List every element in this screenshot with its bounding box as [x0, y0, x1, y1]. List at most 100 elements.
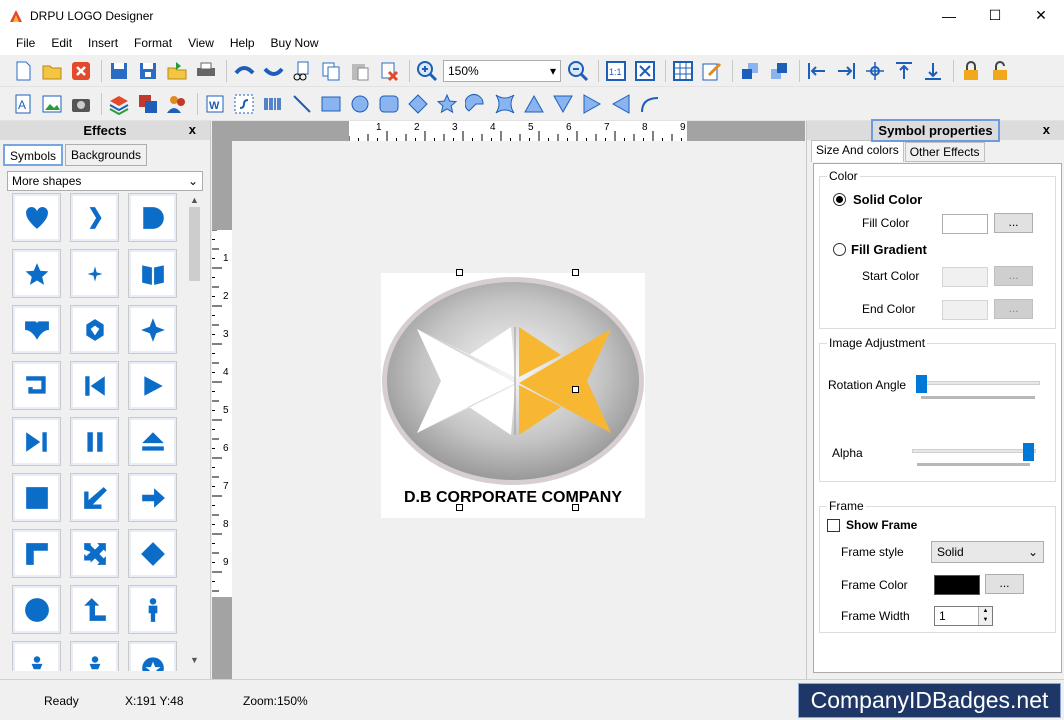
- fill-gradient-radio[interactable]: [833, 243, 846, 256]
- star-icon[interactable]: [434, 91, 460, 117]
- rotation-slider-track[interactable]: [920, 381, 1040, 385]
- symbol-skip-back[interactable]: [70, 361, 119, 410]
- print-icon[interactable]: [193, 58, 219, 84]
- symbol-eject[interactable]: [128, 417, 177, 466]
- symbol-person-small-2[interactable]: [70, 641, 119, 671]
- close-window-button[interactable]: ✕: [1018, 0, 1064, 31]
- triangle-down-icon[interactable]: [550, 91, 576, 117]
- menu-format[interactable]: Format: [126, 31, 180, 55]
- users-icon[interactable]: [164, 91, 190, 117]
- fill-color-button[interactable]: ...: [994, 213, 1033, 233]
- minimize-button[interactable]: —: [926, 0, 972, 31]
- redo-icon[interactable]: [260, 58, 286, 84]
- menu-view[interactable]: View: [180, 31, 222, 55]
- arc-icon[interactable]: [463, 91, 489, 117]
- scroll-up-icon[interactable]: ▲: [186, 195, 203, 205]
- start-color-swatch[interactable]: [942, 267, 988, 287]
- delete-icon[interactable]: [376, 58, 402, 84]
- menu-edit[interactable]: Edit: [43, 31, 80, 55]
- end-color-button[interactable]: ...: [994, 299, 1033, 319]
- menu-file[interactable]: File: [8, 31, 43, 55]
- fit-icon[interactable]: [632, 58, 658, 84]
- lock-icon[interactable]: [958, 58, 984, 84]
- tab-backgrounds[interactable]: Backgrounds: [65, 144, 148, 166]
- save-icon[interactable]: [106, 58, 132, 84]
- cut-icon[interactable]: [289, 58, 315, 84]
- logo-canvas[interactable]: D.B CORPORATE COMPANY: [381, 269, 645, 518]
- properties-close-button[interactable]: x: [1043, 122, 1050, 137]
- curve-icon[interactable]: [637, 91, 663, 117]
- frame-color-swatch[interactable]: [934, 575, 980, 595]
- zoom-select[interactable]: 150% ▾: [443, 59, 561, 82]
- symbol-badge[interactable]: [128, 641, 177, 671]
- rotation-slider-thumb[interactable]: [916, 375, 927, 393]
- start-color-button[interactable]: ...: [994, 266, 1033, 286]
- text-icon[interactable]: A: [10, 91, 36, 117]
- symbol-book-heart[interactable]: [12, 305, 61, 354]
- word-art-icon[interactable]: W: [202, 91, 228, 117]
- scroll-thumb[interactable]: [189, 207, 200, 281]
- triangle-icon[interactable]: [521, 91, 547, 117]
- rectangle-icon[interactable]: [318, 91, 344, 117]
- tab-other-effects[interactable]: Other Effects: [904, 142, 985, 162]
- symbol-banner[interactable]: [12, 361, 61, 410]
- alpha-slider-thumb[interactable]: [1023, 443, 1034, 461]
- resize-handle[interactable]: [456, 269, 463, 276]
- symbol-circle[interactable]: [12, 585, 61, 634]
- zoom-out-icon[interactable]: [565, 58, 591, 84]
- undo-icon[interactable]: [231, 58, 257, 84]
- symbol-chevron[interactable]: [70, 193, 119, 242]
- triangle-right-icon[interactable]: [579, 91, 605, 117]
- symbol-sparkle[interactable]: [70, 249, 119, 298]
- camera-icon[interactable]: [68, 91, 94, 117]
- barcode-icon[interactable]: [260, 91, 286, 117]
- symbol-play[interactable]: [128, 361, 177, 410]
- symbol-shield-gem[interactable]: [70, 305, 119, 354]
- new-icon[interactable]: [10, 58, 36, 84]
- symbol-person-small[interactable]: [12, 641, 61, 671]
- frame-width-stepper[interactable]: 1 ▲ ▼: [934, 606, 993, 626]
- effects-scrollbar[interactable]: ▲ ▼: [186, 193, 203, 673]
- resize-handle[interactable]: [572, 386, 579, 393]
- effects-close-button[interactable]: x: [189, 122, 196, 137]
- triangle-left-icon[interactable]: [608, 91, 634, 117]
- symbol-pause[interactable]: [70, 417, 119, 466]
- symbol-square[interactable]: [12, 473, 61, 522]
- rounded-rect-icon[interactable]: [376, 91, 402, 117]
- logo-symbol[interactable]: [381, 273, 645, 485]
- copy-icon[interactable]: [318, 58, 344, 84]
- fill-color-swatch[interactable]: [942, 214, 988, 234]
- image-icon[interactable]: [39, 91, 65, 117]
- symbol-star4[interactable]: [128, 305, 177, 354]
- tab-size-and-colors[interactable]: Size And colors: [811, 140, 904, 162]
- shapes-icon[interactable]: [135, 91, 161, 117]
- scroll-down-icon[interactable]: ▼: [186, 655, 203, 665]
- actual-size-icon[interactable]: 1:1: [603, 58, 629, 84]
- unlock-icon[interactable]: [987, 58, 1013, 84]
- align-center-icon[interactable]: [862, 58, 888, 84]
- align-right-icon[interactable]: [833, 58, 859, 84]
- shape-category-select[interactable]: More shapes ⌄: [7, 171, 203, 191]
- bring-front-icon[interactable]: [737, 58, 763, 84]
- align-bottom-icon[interactable]: [920, 58, 946, 84]
- ellipse-icon[interactable]: [347, 91, 373, 117]
- symbol-arrow-right[interactable]: [128, 473, 177, 522]
- diamond-icon[interactable]: [405, 91, 431, 117]
- symbol-heart[interactable]: [12, 193, 61, 242]
- solid-color-radio[interactable]: [833, 193, 846, 206]
- symbol-expand[interactable]: [70, 529, 119, 578]
- frame-color-button[interactable]: ...: [985, 574, 1024, 594]
- symbol-book-open[interactable]: [128, 249, 177, 298]
- grid-icon[interactable]: [670, 58, 696, 84]
- menu-help[interactable]: Help: [222, 31, 263, 55]
- edit-icon[interactable]: [699, 58, 725, 84]
- symbol-diamond[interactable]: [128, 529, 177, 578]
- save-as-icon[interactable]: [135, 58, 161, 84]
- align-left-icon[interactable]: [804, 58, 830, 84]
- maximize-button[interactable]: ☐: [972, 0, 1018, 31]
- zoom-in-icon[interactable]: [414, 58, 440, 84]
- symbol-star[interactable]: [12, 249, 61, 298]
- logo-text[interactable]: D.B CORPORATE COMPANY: [381, 489, 645, 507]
- alpha-slider-track[interactable]: [912, 449, 1036, 453]
- symbol-corner[interactable]: [12, 529, 61, 578]
